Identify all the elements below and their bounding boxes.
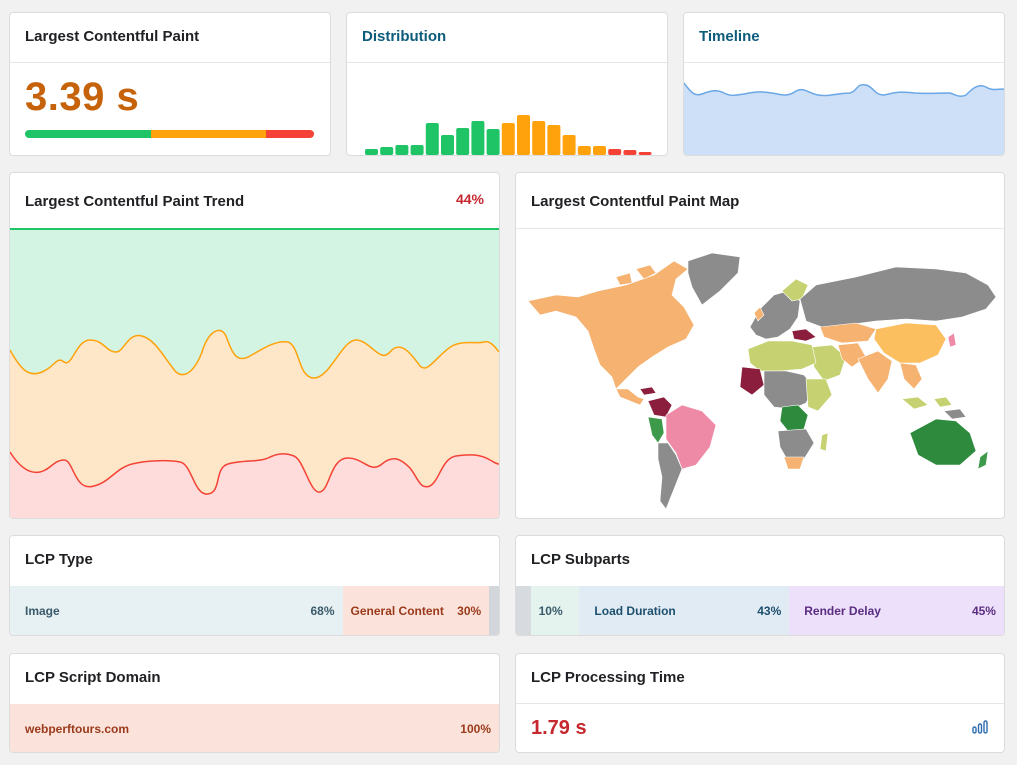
map-region-southern-africa[interactable] [777, 428, 815, 462]
segment-label: Load Duration [594, 604, 676, 618]
map-region-greenland[interactable] [687, 252, 741, 306]
lcp-subparts-bar: 10% Load Duration 43% Render Delay 45% [516, 586, 1004, 635]
segment-percent: 45% [971, 604, 996, 618]
timeline-area-chart [684, 82, 1004, 155]
distribution-card[interactable]: Distribution [346, 12, 668, 156]
lcp-type-card[interactable]: LCP Type Image 68% General Content 30% [9, 535, 500, 636]
lcp-type-bar: Image 68% General Content 30% [10, 586, 499, 635]
segment-label: General Content [350, 604, 444, 618]
distribution-bar[interactable] [532, 121, 546, 155]
distribution-bar[interactable] [410, 145, 424, 155]
good-segment [25, 130, 151, 138]
map-region-papua[interactable] [943, 408, 967, 420]
map-region-congo[interactable] [779, 404, 809, 432]
segment[interactable] [516, 586, 531, 635]
map-region-se-asia[interactable] [899, 362, 923, 390]
card-title: Largest Contentful Paint Trend [25, 193, 245, 210]
lcp-map-card[interactable]: Largest Contentful Paint Map [515, 172, 1005, 519]
map-region-new-zealand[interactable] [977, 450, 989, 470]
segment[interactable]: 10% [530, 586, 580, 635]
map-region-east-africa[interactable] [805, 378, 833, 412]
map-region-madagascar[interactable] [819, 432, 829, 452]
map-region-west-africa[interactable] [739, 366, 765, 396]
distribution-bar[interactable] [608, 149, 622, 155]
segment[interactable]: webperftours.com 100% [10, 704, 499, 752]
lcp-trend-card[interactable]: Largest Contentful Paint Trend 44% [9, 172, 500, 519]
segment[interactable]: Image 68% [10, 586, 343, 635]
segment-percent: 43% [757, 604, 782, 618]
processing-time-value: 1.79 s [531, 717, 587, 739]
bar-chart-icon[interactable] [972, 720, 988, 734]
segment-percent: 68% [310, 604, 335, 618]
world-map [527, 252, 997, 510]
distribution-bar[interactable] [593, 146, 606, 155]
map-region-north-africa[interactable] [747, 340, 817, 372]
distribution-bar[interactable] [380, 147, 394, 155]
segment-label: Image [25, 604, 60, 618]
card-title: LCP Type [25, 551, 93, 568]
lcp-script-domain-bar: webperftours.com 100% [10, 704, 499, 752]
divider [10, 62, 330, 63]
trend-percent: 44% [455, 191, 484, 207]
map-region-central-america[interactable] [615, 388, 645, 406]
distribution-bar[interactable] [547, 125, 561, 155]
card-title: Largest Contentful Paint Map [531, 193, 740, 210]
map-region-russia[interactable] [799, 266, 997, 328]
segment[interactable]: General Content 30% [342, 586, 490, 635]
lcp-subparts-card[interactable]: LCP Subparts 10% Load Duration 43% Render D… [515, 535, 1005, 636]
lcp-script-domain-card[interactable]: LCP Script Domain webperftours.com 100% [9, 653, 500, 753]
poor-segment [266, 130, 314, 138]
map-region-india[interactable] [857, 350, 893, 394]
lcp-summary-card[interactable]: Largest Contentful Paint 3.39 s [9, 12, 331, 156]
map-region-indonesia[interactable] [901, 396, 953, 410]
card-title[interactable]: Timeline [699, 28, 760, 45]
distribution-bar[interactable] [395, 145, 409, 155]
distribution-bar[interactable] [577, 146, 591, 155]
segment[interactable] [489, 586, 499, 635]
segment-percent: 30% [457, 604, 482, 618]
card-title: LCP Script Domain [25, 669, 161, 686]
divider [516, 703, 1004, 704]
distribution-bar[interactable] [365, 149, 378, 155]
segment-label: Render Delay [804, 604, 881, 618]
map-region-korea-japan[interactable] [947, 332, 957, 348]
card-title[interactable]: Distribution [362, 28, 446, 45]
map-region-north-america[interactable] [527, 260, 695, 390]
distribution-bar[interactable] [456, 128, 470, 155]
segment[interactable]: Render Delay 45% [789, 586, 1004, 635]
distribution-bar[interactable] [623, 150, 637, 155]
lcp-trend-chart [10, 228, 499, 518]
map-region-caribbean[interactable] [639, 386, 657, 396]
distribution-bar[interactable] [471, 121, 485, 155]
segment[interactable]: Load Duration 43% [579, 586, 790, 635]
lcp-processing-card[interactable]: LCP Processing Time 1.79 s [515, 653, 1005, 753]
distribution-bar[interactable] [486, 129, 500, 155]
map-region-kazakhstan[interactable] [819, 322, 877, 344]
card-title: LCP Processing Time [531, 669, 685, 686]
segment-percent: 10% [538, 604, 563, 618]
distribution-bar[interactable] [441, 135, 454, 155]
map-region-south-africa[interactable] [783, 456, 805, 470]
card-title: LCP Subparts [531, 551, 630, 568]
distribution-histogram [365, 115, 652, 155]
distribution-bar[interactable] [501, 123, 515, 155]
map-region-balkans[interactable] [791, 328, 817, 342]
distribution-bar[interactable] [562, 135, 576, 155]
timeline-card[interactable]: Timeline [683, 12, 1005, 156]
lcp-threshold-bar [25, 130, 314, 138]
map-region-australia[interactable] [909, 418, 977, 466]
distribution-bar[interactable] [517, 115, 530, 155]
needs-improvement-segment [150, 130, 267, 138]
map-region-andes[interactable] [647, 416, 665, 444]
card-title: Largest Contentful Paint [25, 28, 200, 45]
segment-label: webperftours.com [25, 722, 130, 736]
distribution-bar[interactable] [425, 123, 439, 155]
segment-percent: 100% [460, 722, 491, 736]
lcp-value: 3.39 s [25, 75, 140, 119]
distribution-bar[interactable] [638, 152, 652, 155]
